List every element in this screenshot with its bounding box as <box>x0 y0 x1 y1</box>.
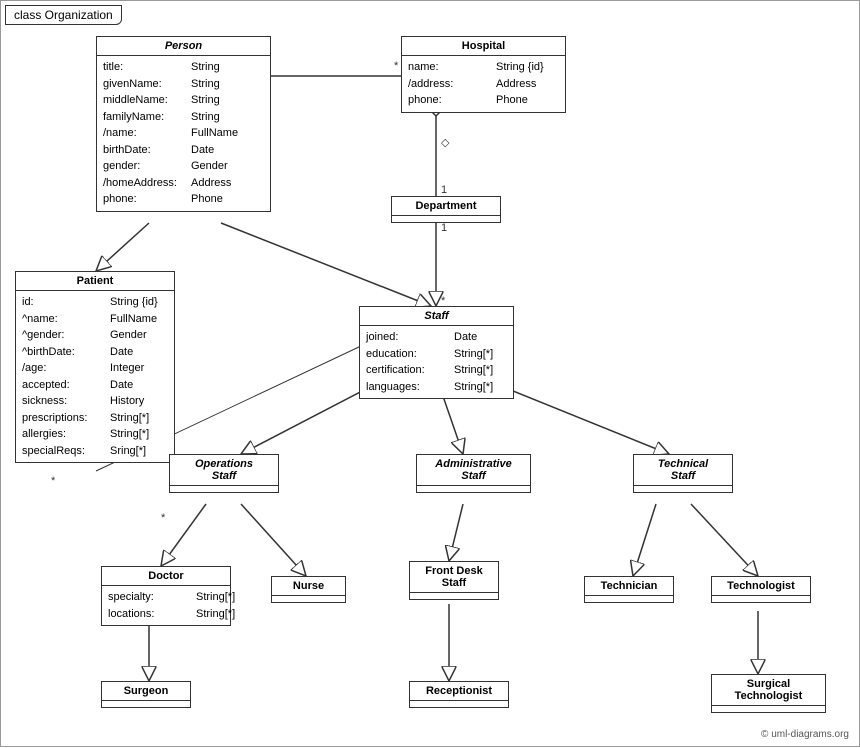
operations-staff-attrs <box>170 486 278 492</box>
surgeon-class: Surgeon <box>101 681 191 708</box>
hospital-class-name: Hospital <box>402 37 565 56</box>
staff-class-name: Staff <box>360 307 513 326</box>
front-desk-staff-name: Front DeskStaff <box>410 562 498 593</box>
department-class-attrs <box>392 216 500 222</box>
person-class-attrs: title:String givenName:String middleName… <box>97 56 270 211</box>
administrative-staff-name: AdministrativeStaff <box>417 455 530 486</box>
technologist-class-name: Technologist <box>712 577 810 596</box>
surgeon-class-attrs <box>102 701 190 707</box>
technical-staff-name: TechnicalStaff <box>634 455 732 486</box>
technician-class: Technician <box>584 576 674 603</box>
svg-text:1: 1 <box>441 222 447 234</box>
patient-class-name: Patient <box>16 272 174 291</box>
hospital-class: Hospital name:String {id} /address:Addre… <box>401 36 566 113</box>
technician-class-name: Technician <box>585 577 673 596</box>
front-desk-staff-class: Front DeskStaff <box>409 561 499 600</box>
patient-class-attrs: id:String {id} ^name:FullName ^gender:Ge… <box>16 291 174 462</box>
nurse-class-name: Nurse <box>272 577 345 596</box>
nurse-class: Nurse <box>271 576 346 603</box>
patient-class: Patient id:String {id} ^name:FullName ^g… <box>15 271 175 463</box>
nurse-class-attrs <box>272 596 345 602</box>
staff-class-attrs: joined:Date education:String[*] certific… <box>360 326 513 398</box>
doctor-class: Doctor specialty:String[*] locations:Str… <box>101 566 231 626</box>
svg-text:◇: ◇ <box>441 137 450 149</box>
copyright: © uml-diagrams.org <box>761 729 849 740</box>
svg-text:*: * <box>161 512 166 524</box>
person-class-name: Person <box>97 37 270 56</box>
technical-staff-attrs <box>634 486 732 492</box>
staff-class: Staff joined:Date education:String[*] ce… <box>359 306 514 399</box>
surgical-technologist-name: SurgicalTechnologist <box>712 675 825 706</box>
diagram-container: class Organization <box>0 0 860 747</box>
surgical-technologist-class: SurgicalTechnologist <box>711 674 826 713</box>
operations-staff-name: OperationsStaff <box>170 455 278 486</box>
administrative-staff-class: AdministrativeStaff <box>416 454 531 493</box>
hospital-class-attrs: name:String {id} /address:Address phone:… <box>402 56 565 112</box>
svg-text:*: * <box>394 60 399 72</box>
diagram-title: class Organization <box>5 5 122 25</box>
svg-text:1: 1 <box>441 184 447 196</box>
receptionist-class: Receptionist <box>409 681 509 708</box>
technical-staff-class: TechnicalStaff <box>633 454 733 493</box>
person-class: Person title:String givenName:String mid… <box>96 36 271 212</box>
svg-text:*: * <box>51 475 56 487</box>
surgical-technologist-attrs <box>712 706 825 712</box>
receptionist-class-attrs <box>410 701 508 707</box>
receptionist-class-name: Receptionist <box>410 682 508 701</box>
operations-staff-class: OperationsStaff <box>169 454 279 493</box>
department-class-name: Department <box>392 197 500 216</box>
doctor-class-attrs: specialty:String[*] locations:String[*] <box>102 586 230 625</box>
doctor-class-name: Doctor <box>102 567 230 586</box>
department-class: Department <box>391 196 501 223</box>
technologist-class-attrs <box>712 596 810 602</box>
technologist-class: Technologist <box>711 576 811 603</box>
technician-class-attrs <box>585 596 673 602</box>
administrative-staff-attrs <box>417 486 530 492</box>
surgeon-class-name: Surgeon <box>102 682 190 701</box>
front-desk-staff-attrs <box>410 593 498 599</box>
